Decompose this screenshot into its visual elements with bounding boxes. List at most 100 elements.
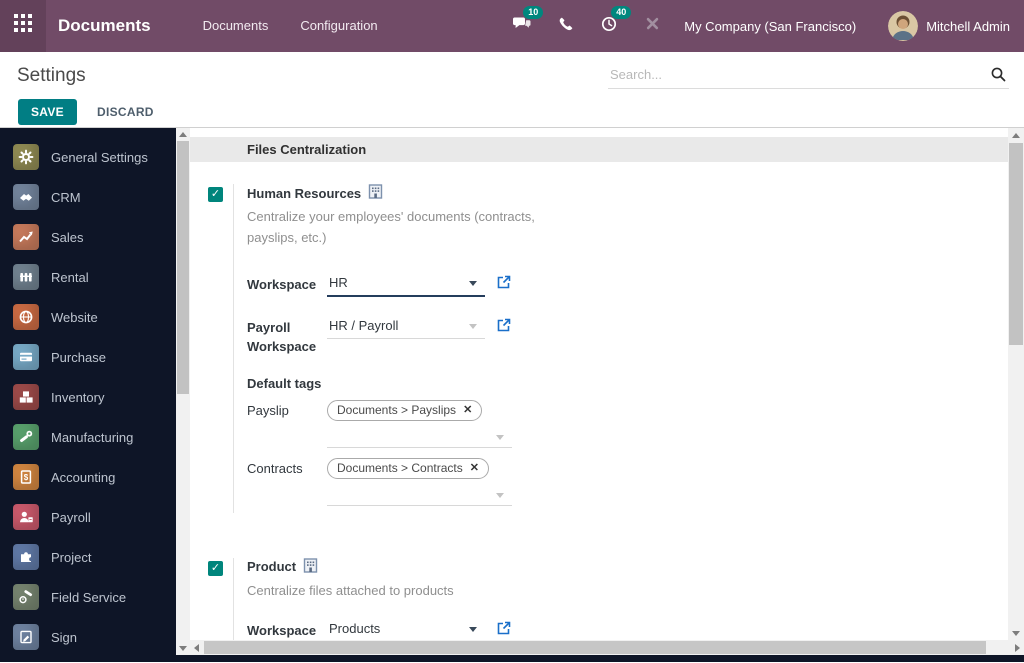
tools-icon [644,15,661,37]
phone-button[interactable] [558,16,574,37]
sidebar-item-website[interactable]: Website [0,297,176,337]
payroll-workspace-select[interactable]: HR / Payroll [327,316,485,339]
payslip-tags-input[interactable] [327,426,512,448]
sidebar-item-label: Purchase [51,349,106,365]
scroll-down-arrow[interactable] [179,646,187,651]
app-title[interactable]: Documents [58,16,151,36]
contracts-tag-pill: Documents > Contracts ✕ [327,457,489,479]
wrench-icon [13,424,39,450]
product-block-description: Centralize files attached to products [247,582,454,598]
user-menu[interactable]: Mitchell Admin [926,19,1010,34]
save-button[interactable]: SAVE [18,99,77,125]
invoice-icon: $ [13,464,39,490]
product-checkbox[interactable]: ✓ [208,560,223,576]
sidebar-item-inventory[interactable]: Inventory [0,377,176,417]
scroll-left-arrow[interactable] [194,643,199,652]
sidebar-item-label: Sales [51,229,84,245]
sidebar-item-payroll[interactable]: Payroll [0,497,176,537]
section-header: Files Centralization [190,137,1008,162]
employee-payroll-icon [13,504,39,530]
payslip-tag-pill: Documents > Payslips ✕ [327,399,483,421]
sidebar-item-rental[interactable]: Rental [0,257,176,297]
action-buttons-row: SAVE DISCARD [0,99,1024,128]
signature-icon [13,624,39,650]
sidebar-item-purchase[interactable]: Purchase [0,337,176,377]
apps-menu-button[interactable] [0,0,46,52]
top-bar: Documents Documents Configuration 10 40 … [0,0,1024,52]
hr-block-description: Centralize your employees' documents (co… [247,209,535,245]
top-nav: Documents Configuration [187,0,394,52]
remove-tag-icon[interactable]: ✕ [463,403,472,416]
sidebar-scrollbar-thumb[interactable] [177,141,189,394]
sidebar-item-label: Accounting [51,469,116,485]
product-block-title: Product [247,559,297,575]
chevron-down-icon [469,323,477,329]
boxes-icon [13,384,39,410]
sidebar-item-label: Project [51,549,92,565]
messages-count-badge: 10 [523,6,544,19]
debug-tools-button[interactable] [644,15,661,37]
nav-documents[interactable]: Documents [187,0,285,52]
scroll-down-arrow[interactable] [1012,631,1020,636]
top-right-controls: 10 40 My Company (San Francisco) Mitchel… [499,5,1024,41]
workspace-field-label: Workspace [247,623,317,639]
chevron-down-icon [469,627,477,633]
sidebar-item-crm[interactable]: CRM [0,177,176,217]
company-switcher[interactable]: My Company (San Francisco) [684,19,856,34]
default-tags-heading: Default tags [247,375,322,391]
sidebar-item-label: Website [51,309,98,325]
chevron-down-icon [496,492,504,498]
product-settings-block: ✓ Product Centralize files attached to p… [190,557,1008,640]
external-link-icon[interactable] [497,621,511,640]
sidebar-item-general-settings[interactable]: General Settings [0,137,176,177]
horizontal-scrollbar-thumb[interactable] [204,641,986,654]
external-link-icon[interactable] [497,318,511,337]
hr-workspace-select[interactable]: HR [327,273,485,297]
contracts-tags-label: Contracts [247,460,303,476]
sidebar-item-label: Payroll [51,509,91,525]
sidebar-item-sign[interactable]: Sign [0,617,176,657]
search-box [608,62,1009,89]
search-icon[interactable] [990,66,1007,88]
sidebar-item-label: CRM [51,189,81,205]
search-input[interactable] [608,62,1009,89]
sidebar-item-label: Rental [51,269,89,285]
user-avatar[interactable] [888,11,919,41]
sidebar-item-label: Sign [51,629,78,645]
activities-button[interactable]: 40 [600,5,632,38]
payslip-tags-label: Payslip [247,402,289,418]
sidebar-item-label: Field Service [51,589,127,605]
enterprise-icon [303,557,318,576]
globe-icon [13,304,39,330]
sidebar-item-accounting[interactable]: $ Accounting [0,457,176,497]
chart-up-icon [13,224,39,250]
main-scrollbar-thumb[interactable] [1009,143,1023,345]
hr-checkbox[interactable]: ✓ [208,187,223,202]
sidebar-item-sales[interactable]: Sales [0,217,176,257]
settings-header-row: Settings [0,52,1024,99]
sidebar-scrollbar[interactable] [176,128,190,655]
contracts-tags-input[interactable] [327,484,512,506]
credit-card-icon [13,344,39,370]
messages-button[interactable]: 10 [512,6,544,37]
scroll-up-arrow[interactable] [1012,133,1020,138]
sidebar-item-manufacturing[interactable]: Manufacturing [0,417,176,457]
discard-button[interactable]: DISCARD [89,99,162,125]
scroll-right-arrow[interactable] [1015,643,1020,652]
svg-text:$: $ [24,473,29,482]
main-horizontal-scrollbar[interactable] [190,640,1024,655]
remove-tag-icon[interactable]: ✕ [470,461,479,474]
chevron-down-icon [469,280,477,286]
sidebar-item-project[interactable]: Project [0,537,176,577]
scroll-up-arrow[interactable] [179,132,187,137]
enterprise-icon [368,184,383,202]
payroll-workspace-field-label: Payroll Workspace [247,319,317,355]
sidebar-item-label: General Settings [51,149,148,165]
nav-configuration[interactable]: Configuration [284,0,393,52]
product-workspace-value: Products [329,621,381,637]
product-workspace-select[interactable]: Products [327,619,485,640]
main-vertical-scrollbar[interactable] [1008,128,1024,640]
external-link-icon[interactable] [497,275,511,294]
activities-count-badge: 40 [611,5,632,19]
sidebar-item-field-service[interactable]: Field Service [0,577,176,617]
